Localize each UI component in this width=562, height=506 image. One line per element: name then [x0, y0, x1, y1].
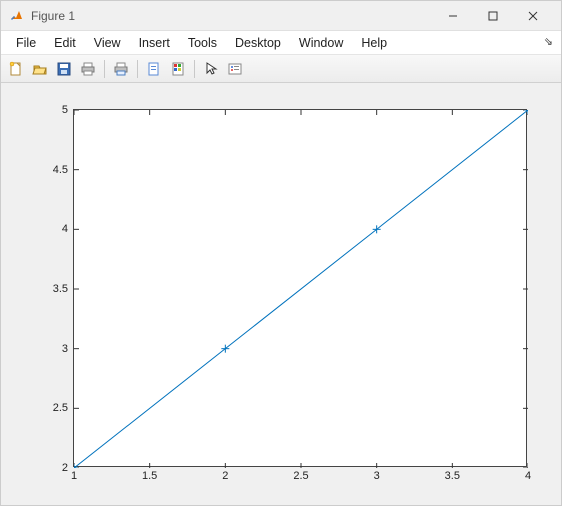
- y-tick-label: 4.5: [53, 164, 68, 176]
- page-setup-icon[interactable]: [110, 58, 132, 80]
- x-tick-label: 3.5: [445, 470, 460, 482]
- close-button[interactable]: [513, 1, 553, 31]
- y-tick-label: 2.5: [53, 402, 68, 414]
- toolbar-separator: [104, 60, 105, 78]
- menu-edit[interactable]: Edit: [45, 33, 85, 53]
- toolbar-separator: [194, 60, 195, 78]
- figure-canvas[interactable]: 2 2.5 3 3.5 4 4.5 5 1 1.5 2 2.5 3 3.5 4: [1, 83, 561, 505]
- maximize-button[interactable]: [473, 1, 513, 31]
- plot-svg: [74, 110, 528, 468]
- menu-file[interactable]: File: [7, 33, 45, 53]
- x-tick-label: 1: [71, 470, 77, 482]
- toolbar: [1, 55, 561, 83]
- menu-view[interactable]: View: [85, 33, 130, 53]
- menu-tools[interactable]: Tools: [179, 33, 226, 53]
- line-series: [74, 110, 528, 468]
- menubar: File Edit View Insert Tools Desktop Wind…: [1, 31, 561, 55]
- y-tick-label: 3: [62, 343, 68, 355]
- window-title: Figure 1: [31, 9, 75, 23]
- toolbar-separator: [137, 60, 138, 78]
- x-tick-label: 4: [525, 470, 531, 482]
- new-figure-icon[interactable]: [5, 58, 27, 80]
- data-cursor-icon[interactable]: [143, 58, 165, 80]
- dock-arrow-icon[interactable]: ⇘: [544, 35, 553, 48]
- y-tick-label: 4: [62, 223, 68, 235]
- insert-legend-icon[interactable]: [224, 58, 246, 80]
- matlab-app-icon: [9, 8, 25, 24]
- y-tick-label: 3.5: [53, 283, 68, 295]
- menu-help[interactable]: Help: [352, 33, 396, 53]
- axes-area[interactable]: 22.533.544.5511.522.533.54: [73, 109, 527, 467]
- pointer-icon[interactable]: [200, 58, 222, 80]
- minimize-button[interactable]: [433, 1, 473, 31]
- colorbar-icon[interactable]: [167, 58, 189, 80]
- print-icon[interactable]: [77, 58, 99, 80]
- x-tick-label: 1.5: [142, 470, 157, 482]
- menu-window[interactable]: Window: [290, 33, 352, 53]
- menu-insert[interactable]: Insert: [130, 33, 179, 53]
- x-tick-label: 2.5: [293, 470, 308, 482]
- save-icon[interactable]: [53, 58, 75, 80]
- menu-desktop[interactable]: Desktop: [226, 33, 290, 53]
- x-tick-label: 2: [222, 470, 228, 482]
- x-tick-label: 3: [374, 470, 380, 482]
- window-titlebar: Figure 1: [1, 1, 561, 31]
- open-icon[interactable]: [29, 58, 51, 80]
- y-tick-label: 2: [62, 462, 68, 474]
- y-tick-label: 5: [62, 104, 68, 116]
